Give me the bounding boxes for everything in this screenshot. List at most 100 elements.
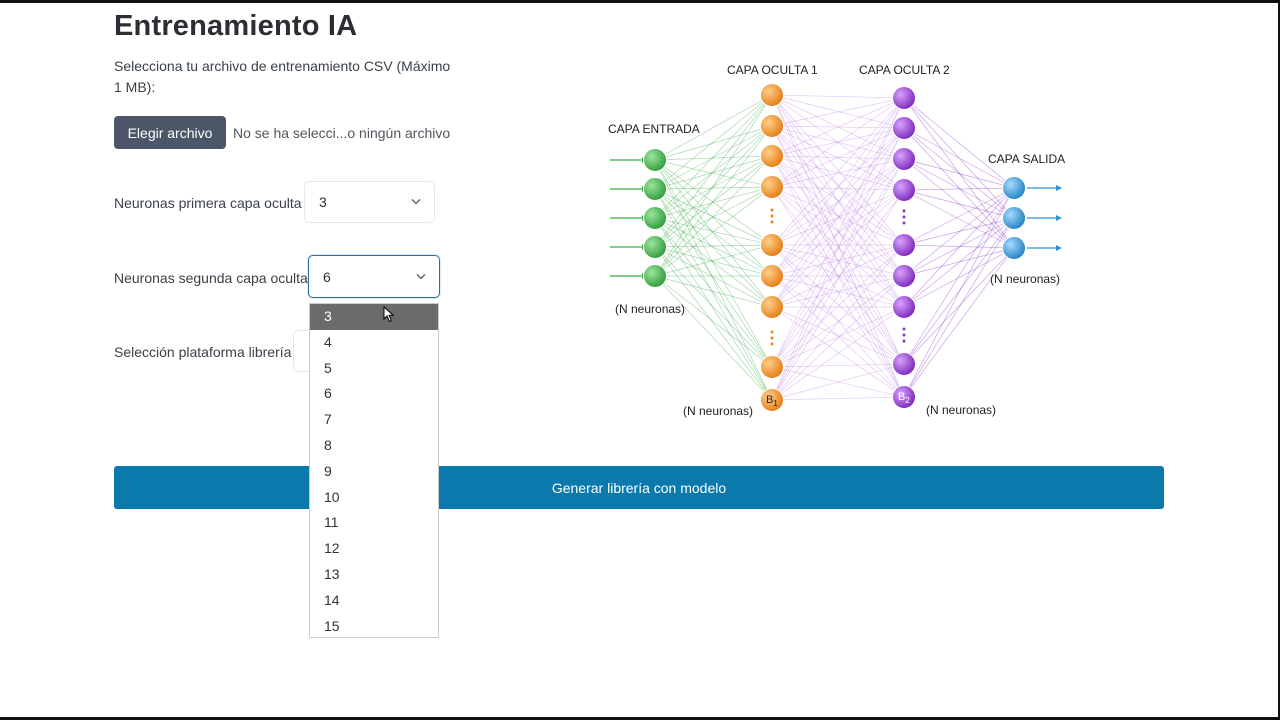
dropdown-option[interactable]: 3 xyxy=(310,304,438,330)
ellipsis-dot xyxy=(770,330,774,334)
connection-line xyxy=(654,94,773,248)
connection-line xyxy=(903,247,1015,398)
neuron-node xyxy=(892,86,916,110)
dropdown-option[interactable]: 4 xyxy=(310,330,438,356)
neuron-node xyxy=(760,264,784,288)
neuron-node xyxy=(643,206,667,230)
neuron-node xyxy=(760,144,784,168)
ellipsis-dot xyxy=(902,339,906,343)
neuron-node xyxy=(760,355,784,379)
connection-line xyxy=(771,125,905,398)
neuron-node xyxy=(760,114,784,138)
dropdown-option[interactable]: 14 xyxy=(310,588,438,614)
file-upload-label: Selecciona tu archivo de entrenamiento C… xyxy=(114,58,451,95)
output-arrow-head xyxy=(1056,185,1062,191)
connection-line xyxy=(771,363,905,401)
connection-line xyxy=(771,127,905,188)
connection-line xyxy=(903,97,1015,189)
output-arrow-head xyxy=(1056,245,1062,251)
dropdown-option[interactable]: 13 xyxy=(310,562,438,588)
hidden2-layer-label: CAPA OCULTA 2 xyxy=(859,63,950,77)
dropdown-option[interactable]: 7 xyxy=(310,407,438,433)
connection-line xyxy=(654,125,773,248)
neuron-node xyxy=(760,295,784,319)
neural-network-diagram: CAPA ENTRADA CAPA OCULTA 1 CAPA OCULTA 2… xyxy=(608,63,1065,418)
layer2-select-value: 6 xyxy=(323,268,331,285)
connection-line xyxy=(771,127,905,368)
ellipsis-dot xyxy=(770,336,774,340)
file-status-text: No se ha selecci...o ningún archivo xyxy=(233,125,451,141)
connection-line xyxy=(654,125,773,219)
connection-line xyxy=(903,247,1015,365)
dropdown-option[interactable]: 9 xyxy=(310,459,438,485)
neuron-node xyxy=(1002,206,1026,230)
hidden1-neurons-note: (N neuronas) xyxy=(683,404,753,418)
connection-line xyxy=(654,159,773,368)
output-arrow-head xyxy=(1056,215,1062,221)
hidden2-neurons-note: (N neuronas) xyxy=(926,403,996,417)
connection-line xyxy=(771,155,905,398)
neuron-node xyxy=(643,177,667,201)
dropdown-option[interactable]: 12 xyxy=(310,536,438,562)
layer2-select[interactable]: 6 xyxy=(308,255,440,298)
input-layer-label: CAPA ENTRADA xyxy=(608,122,700,136)
connection-line xyxy=(771,125,905,191)
ellipsis-dot xyxy=(770,220,774,224)
layer2-dropdown-list[interactable]: 3 4 5 6 7 8 9 10 11 12 13 14 15 xyxy=(309,303,439,638)
layer1-label: Neuronas primera capa oculta xyxy=(114,195,302,211)
dropdown-option[interactable]: 10 xyxy=(310,485,438,511)
connection-line xyxy=(654,246,773,401)
ellipsis-dot xyxy=(902,333,906,337)
input-neurons-note: (N neuronas) xyxy=(615,302,685,316)
ellipsis-dot xyxy=(902,209,906,213)
ellipsis-dot xyxy=(770,342,774,346)
choose-file-button[interactable]: Elegir archivo xyxy=(114,116,226,149)
connection-line xyxy=(654,159,773,277)
ellipsis-dot xyxy=(902,221,906,225)
neuron-node xyxy=(643,264,667,288)
connection-line xyxy=(654,94,773,190)
neuron-node xyxy=(760,83,784,107)
neuron-node xyxy=(760,175,784,199)
dropdown-option[interactable]: 6 xyxy=(310,381,438,407)
neuron-node xyxy=(1002,176,1026,200)
neuron-node xyxy=(892,295,916,319)
connection-line xyxy=(771,396,905,401)
neuron-node xyxy=(892,116,916,140)
dropdown-option[interactable]: 11 xyxy=(310,510,438,536)
neuron-node xyxy=(892,233,916,257)
chevron-down-icon xyxy=(416,273,426,279)
neuron-nodes xyxy=(643,83,1026,412)
dropdown-option[interactable]: 5 xyxy=(310,356,438,382)
neuron-node xyxy=(643,235,667,259)
connection-line xyxy=(654,246,773,308)
connection-line xyxy=(654,217,773,368)
connection-line xyxy=(654,125,773,277)
layer2-label: Neuronas segunda capa oculta xyxy=(114,270,308,286)
page-title: Entrenamiento IA xyxy=(114,10,358,42)
neuron-node xyxy=(1002,236,1026,260)
neuron-node xyxy=(892,352,916,376)
layer1-select-value: 3 xyxy=(319,194,327,210)
dropdown-option[interactable]: 8 xyxy=(310,433,438,459)
chevron-down-icon xyxy=(411,198,421,205)
ellipsis-dot xyxy=(902,327,906,331)
neuron-node xyxy=(892,264,916,288)
dropdown-option[interactable]: 15 xyxy=(310,614,438,640)
output-neurons-note: (N neuronas) xyxy=(990,272,1060,286)
mouse-cursor-icon xyxy=(383,306,395,323)
ellipsis-dot xyxy=(902,215,906,219)
connection-line xyxy=(903,217,1015,398)
connection-line xyxy=(771,97,905,127)
neuron-node xyxy=(892,178,916,202)
connection-line xyxy=(771,94,905,99)
ellipsis-dot xyxy=(770,214,774,218)
layer1-select[interactable]: 3 xyxy=(304,181,435,223)
platform-label: Selección plataforma librería xyxy=(114,344,292,360)
connection-line xyxy=(903,187,1015,246)
output-layer-label: CAPA SALIDA xyxy=(988,152,1065,166)
generate-library-button[interactable]: Generar librería con modelo xyxy=(114,466,1164,509)
neuron-node xyxy=(760,233,784,257)
connection-line xyxy=(903,158,1015,249)
connection-line xyxy=(903,217,1015,365)
